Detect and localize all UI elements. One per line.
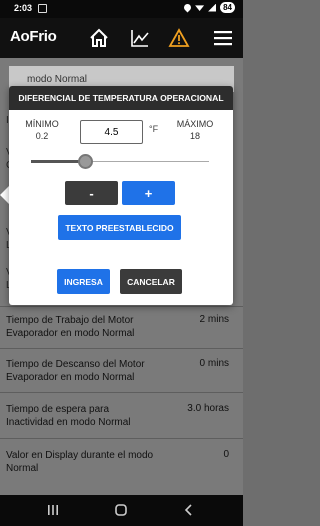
preset-text-button[interactable]: TEXTO PREESTABLECIDO [58,215,181,240]
submit-button[interactable]: INGRESA [57,269,110,294]
cancel-button[interactable]: CANCELAR [120,269,182,294]
dialog-title: DIFERENCIAL DE TEMPERATURA OPERACIONAL [9,86,233,110]
slider-thumb[interactable] [77,154,93,169]
status-time: 2:03 [14,3,33,13]
increment-button[interactable]: + [122,181,175,205]
home-icon[interactable] [88,27,110,49]
setting-label: Tiempo de Trabajo del Motor Evaporador e… [6,315,135,339]
max-label: MÁXIMO [176,119,214,129]
warning-icon[interactable] [168,27,190,49]
setting-label: Tiempo de Descanso del Motor Evaporador … [6,359,145,383]
system-nav-bar [0,495,243,526]
setting-value: 0 mins [199,358,229,369]
max-value: 18 [189,131,200,141]
setting-row-display-value[interactable]: Valor en Display durante el modo Normal … [0,438,243,495]
setting-label: Valor en Display durante el modo Normal [6,450,154,474]
min-value: 0.2 [35,131,49,141]
chart-icon[interactable] [129,27,151,49]
menu-icon[interactable] [212,27,234,49]
setting-value: 2 mins [199,314,229,325]
temperature-differential-dialog: DIFERENCIAL DE TEMPERATURA OPERACIONAL M… [9,86,233,305]
unit-label: °F [149,124,159,134]
signal-icon [208,3,217,12]
setting-row-inactivity[interactable]: Tiempo de espera para Inactividad en mod… [0,392,243,438]
modal-arrow [0,186,9,204]
setting-value: 0 [223,449,229,460]
top-navbar: AoFrio [0,18,243,58]
battery-indicator: 84 [220,2,235,13]
wifi-icon [195,5,205,11]
min-label: MÍNIMO [25,119,59,129]
back-icon[interactable] [182,503,196,517]
setting-value: 3.0 horas [187,403,229,414]
app-logo: AoFrio [10,28,57,45]
setting-row-rest-time[interactable]: Tiempo de Descanso del Motor Evaporador … [0,348,243,392]
sim-icon [38,4,47,13]
setting-label: Tiempo de espera para Inactividad en mod… [6,404,131,428]
home-button-icon[interactable] [114,503,128,517]
slider-fill [31,160,85,163]
status-bar: 2:03 84 [0,0,243,18]
setting-row-work-time[interactable]: Tiempo de Trabajo del Motor Evaporador e… [0,306,243,348]
decrement-button[interactable]: - [65,181,118,205]
location-icon [182,2,193,13]
value-input[interactable] [80,120,143,144]
recents-icon[interactable] [46,503,60,517]
